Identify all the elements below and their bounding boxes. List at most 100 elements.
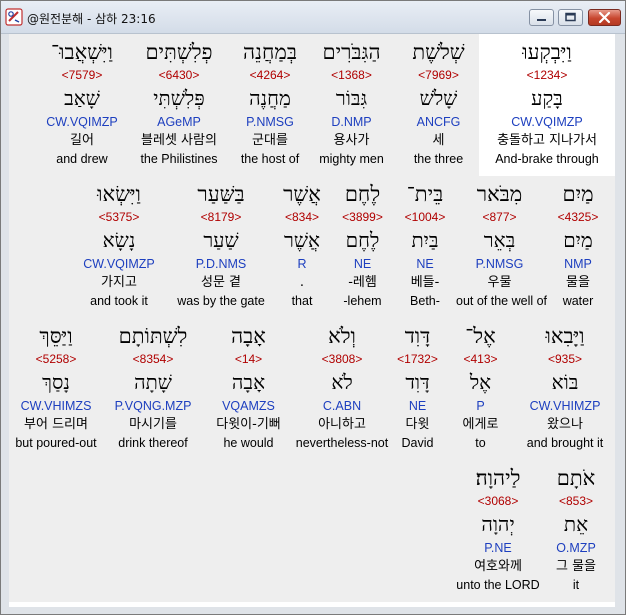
- strong-number: <3068>: [477, 494, 519, 508]
- korean-gloss: 용사가: [333, 133, 370, 148]
- english-gloss: Beth-: [410, 294, 440, 308]
- morphology-code: P.NE: [484, 541, 512, 555]
- lemma-word: גִּבּוֹר: [335, 86, 368, 110]
- maximize-button[interactable]: [558, 9, 583, 26]
- korean-gloss: 여호와께: [474, 559, 522, 574]
- word-cell[interactable]: שְׁלֹשֶׁת <7969> שָׁלֹשׁ ANCFG 세 the three: [394, 34, 483, 174]
- hebrew-word: פְלִשְׁתִּים: [145, 40, 213, 64]
- strong-number: <4264>: [249, 68, 291, 82]
- english-gloss: mighty men: [319, 152, 384, 166]
- morphology-code: ANCFG: [416, 115, 461, 129]
- hebrew-word: וַיַּסֵּךְ: [39, 324, 73, 348]
- english-gloss: the host of: [240, 152, 300, 166]
- english-gloss: drink thereof: [118, 436, 188, 450]
- hebrew-word: וַיָּבִאוּ: [545, 324, 585, 348]
- interlinear-panel[interactable]: וַיִּבְקְעוּ <1234> בָּקַע CW.VQIMZP 충돌하고 지나…: [9, 34, 615, 607]
- korean-gloss: -레헴: [348, 275, 377, 290]
- korean-gloss: 가지고: [101, 275, 137, 290]
- word-cell[interactable]: מַיִם <4325> מַיִם NMP 물을 water: [543, 176, 613, 316]
- korean-gloss: 부어 드리며: [24, 417, 88, 432]
- lemma-word: נָסַךְ: [42, 370, 70, 394]
- morphology-code: R: [297, 257, 307, 271]
- english-gloss: it: [572, 578, 580, 592]
- strong-number: <14>: [234, 352, 263, 366]
- korean-gloss: 왔으나: [547, 417, 583, 432]
- close-button[interactable]: [588, 9, 621, 26]
- lemma-word: שָׁלֹשׁ: [419, 86, 458, 110]
- hebrew-word: וַיִּבְקְעוּ: [522, 40, 572, 64]
- word-cell[interactable]: לַיהוָה׃ <3068> יְהוָה P.NE 여호와께 unto the LOR…: [453, 460, 543, 600]
- lemma-word: נָשָׂא: [102, 228, 136, 252]
- korean-gloss: 아니하고: [318, 417, 366, 432]
- word-cell[interactable]: הַגִּבֹּרִים <1368> גִּבּוֹר D.NMP 용사가 mighty…: [309, 34, 394, 174]
- english-gloss: And-brake through: [495, 152, 599, 166]
- hebrew-word: אֹתָם: [556, 466, 596, 490]
- app-window: @원전분해 - 삼하 23:16 וַיִּבְקְעוּ <1234> בָּקַ…: [0, 0, 626, 615]
- strong-number: <834>: [284, 210, 320, 224]
- lemma-word: אֵת: [563, 512, 589, 536]
- word-cell[interactable]: אָבָה <14> אָבָה VQAMZS 다윗이-기뻐 he would: [202, 318, 295, 458]
- word-cell[interactable]: וְלֹא <3808> לֹא C.ABN 아니하고 nevertheless-not: [295, 318, 389, 458]
- minimize-button[interactable]: [529, 9, 554, 26]
- hebrew-word: לֶחֶם: [344, 182, 381, 206]
- hebrew-word: מִבֹּאר: [476, 182, 523, 206]
- word-cell[interactable]: דָּוִד <1732> דָּוִד NE 다윗 David: [389, 318, 446, 458]
- word-cell[interactable]: בַּשַּׁעַר <8179> שַׁעַר P.D.NMS 성문 곁 was by …: [169, 176, 273, 316]
- strong-number: <1732>: [397, 352, 438, 366]
- korean-gloss: 충돌하고 지나가서: [497, 133, 597, 148]
- morphology-code: VQAMZS: [222, 399, 275, 413]
- english-gloss: and drew: [56, 152, 108, 166]
- app-logo-icon: [5, 8, 23, 26]
- strong-number: <1234>: [526, 68, 568, 82]
- word-cell-selected[interactable]: וַיִּבְקְעוּ <1234> בָּקַע CW.VQIMZP 충돌하고 지나…: [479, 34, 615, 176]
- minimize-icon: [537, 19, 546, 21]
- word-cell[interactable]: פְלִשְׁתִּים <6430> פְּלִשְׁתִּי AGeMP 블레셋 사…: [127, 34, 231, 174]
- korean-gloss: 군대를: [252, 133, 288, 148]
- window-title: @원전분해 - 삼하 23:16: [27, 12, 156, 26]
- word-cell[interactable]: בֵּית־ <1004> בַּיִת NE 베들- Beth-: [394, 176, 456, 316]
- word-cell[interactable]: אֲשֶׁר <834> אֲשֶׁר R. that: [273, 176, 331, 316]
- english-gloss: that: [291, 294, 313, 308]
- strong-number: <5258>: [35, 352, 77, 366]
- strong-number: <3808>: [321, 352, 363, 366]
- hebrew-word: מַיִם: [562, 182, 594, 206]
- english-gloss: unto the LORD: [456, 578, 540, 592]
- strong-number: <877>: [482, 210, 517, 224]
- hebrew-word: דָּוִד: [404, 324, 431, 348]
- korean-gloss: .: [299, 275, 305, 290]
- strong-number: <1368>: [331, 68, 372, 82]
- morphology-code: P.VQNG.MZP: [114, 399, 192, 413]
- hebrew-word: בֵּית־: [406, 182, 444, 206]
- hebrew-word: אָבָה: [231, 324, 266, 348]
- word-cell[interactable]: וַיִּשְׁאֲבוּ־ <7579> שָׁאַב CW.VQIMZP 길어 and…: [37, 34, 127, 174]
- korean-gloss: 에게로: [462, 417, 499, 432]
- word-cell[interactable]: אֶל־ <413> אֶל P 에게로 to: [446, 318, 515, 458]
- strong-number: <935>: [547, 352, 583, 366]
- morphology-code: P.NMSG: [475, 257, 524, 271]
- title-bar[interactable]: @원전분해 - 삼하 23:16: [1, 1, 625, 34]
- lemma-word: לֶחֶם: [345, 228, 380, 252]
- word-cell[interactable]: אֹתָם <853> אֵת O.MZP 그 물을 it: [544, 460, 608, 600]
- word-cell[interactable]: לֶחֶם <3899> לֶחֶם NE -레헴 -lehem: [331, 176, 394, 316]
- hebrew-word: וַיִּשְׁאֲבוּ־: [51, 40, 113, 64]
- strong-number: <7969>: [418, 68, 459, 82]
- morphology-code: CW.VQIMZP: [511, 115, 583, 129]
- korean-gloss: 다윗이-기뻐: [216, 417, 281, 432]
- hebrew-word: לַיהוָה׃: [475, 466, 521, 490]
- korean-gloss: 세: [432, 133, 445, 148]
- korean-gloss: 우물: [487, 275, 512, 290]
- word-cell[interactable]: לִשְׁתּוֹתָם <8354> שָׁתָה P.VQNG.MZP 마시기를 dr…: [103, 318, 203, 458]
- word-cell[interactable]: בְּמַחֲנֵה <4264> מַחֲנֶה P.NMSG 군대를 the host…: [231, 34, 309, 174]
- word-cell[interactable]: מִבֹּאר <877> בְּאֵר P.NMSG 우물 out of the wel…: [456, 176, 547, 316]
- lemma-word: פְּלִשְׁתִּי: [153, 86, 205, 110]
- word-cell[interactable]: וַיַּסֵּךְ <5258> נָסַךְ CW.VHIMZS 부어 드리며 but…: [9, 318, 103, 458]
- lemma-word: שַׁעַר: [203, 228, 239, 252]
- lemma-word: שָׁאַב: [64, 86, 100, 110]
- morphology-code: NE: [353, 257, 372, 271]
- lemma-word: אֶל: [469, 370, 492, 394]
- word-cell[interactable]: וַיָּבִאוּ <935> בּוֹא CW.VHIMZP 왔으나 and brou…: [515, 318, 615, 458]
- english-gloss: he would: [223, 436, 274, 450]
- morphology-code: D.NMP: [331, 115, 372, 129]
- lemma-word: יְהוָה: [481, 512, 515, 536]
- word-cell[interactable]: וַיִּשְׂאוּ <5375> נָשָׂא CW.VQIMZP 가지고 and t…: [69, 176, 169, 316]
